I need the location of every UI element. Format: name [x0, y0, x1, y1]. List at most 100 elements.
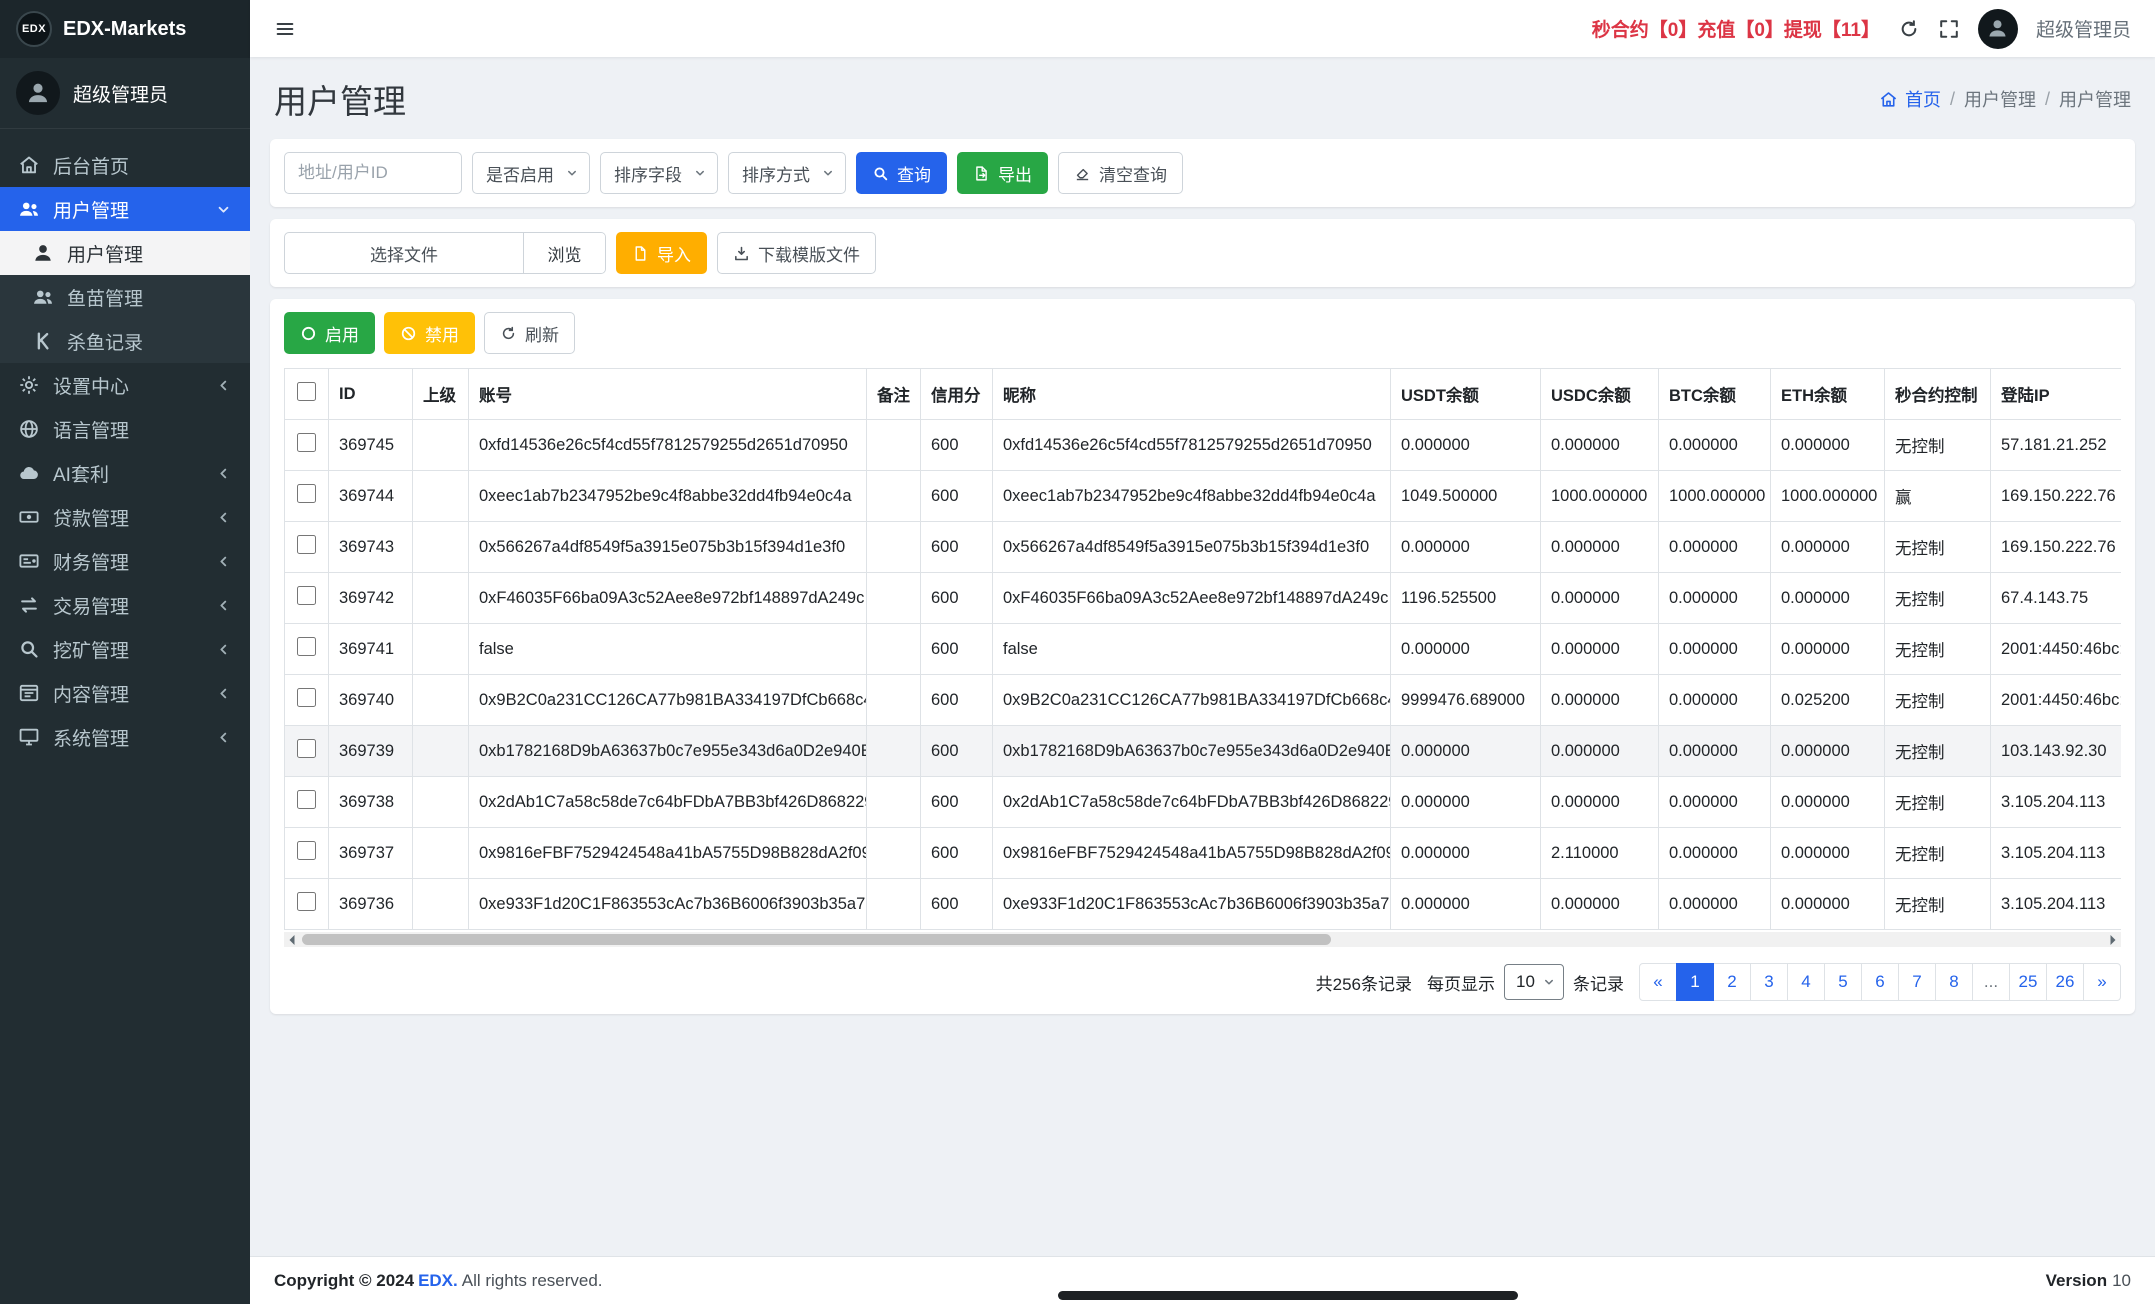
sidebar-item-settings-center[interactable]: 设置中心: [0, 363, 250, 407]
fullscreen-icon[interactable]: [1938, 18, 1960, 40]
cell-control: 无控制: [1885, 726, 1991, 777]
record-icon: [32, 330, 54, 352]
chevron-down-icon: [1542, 975, 1556, 989]
page-7[interactable]: 7: [1898, 963, 1936, 1001]
scrollbar-thumb[interactable]: [302, 934, 1331, 945]
refresh-table-button[interactable]: 刷新: [484, 312, 575, 354]
per-page: 每页显示 10 条记录: [1427, 964, 1624, 1000]
cell-id: 369742: [329, 573, 413, 624]
file-input[interactable]: 选择文件 浏览: [284, 232, 606, 274]
scroll-left-arrow[interactable]: [284, 932, 300, 947]
row-checkbox[interactable]: [297, 637, 316, 656]
row-checkbox[interactable]: [297, 484, 316, 503]
page-next[interactable]: »: [2083, 963, 2121, 1001]
cell-control: 无控制: [1885, 675, 1991, 726]
cell-nickname: 0xe933F1d20C1F863553cAc7b36B6006f3903b35…: [993, 879, 1391, 930]
circle-icon: [300, 325, 317, 342]
cell-usdt: 0.000000: [1391, 522, 1541, 573]
sidebar-item-system-management[interactable]: 系统管理: [0, 715, 250, 759]
sidebar-user-name: 超级管理员: [73, 80, 168, 107]
per-page-select[interactable]: 10: [1504, 964, 1564, 1000]
cell-ip: 169.150.222.76: [1991, 522, 2122, 573]
cell-account: 0xF46035F66ba09A3c52Aee8e972bf148897dA24…: [469, 573, 867, 624]
page-2[interactable]: 2: [1713, 963, 1751, 1001]
records-total: 共256条记录: [1316, 970, 1412, 995]
sidebar-item-user-management[interactable]: 用户管理: [0, 187, 250, 231]
language-icon: [18, 418, 40, 440]
row-checkbox[interactable]: [297, 688, 316, 707]
horizontal-scrollbar[interactable]: [284, 932, 2121, 947]
cell-eth: 1000.000000: [1771, 471, 1885, 522]
import-button[interactable]: 导入: [616, 232, 707, 274]
page-3[interactable]: 3: [1750, 963, 1788, 1001]
row-checkbox[interactable]: [297, 433, 316, 452]
select-all-checkbox[interactable]: [297, 382, 316, 401]
row-checkbox[interactable]: [297, 892, 316, 911]
page-26[interactable]: 26: [2046, 963, 2084, 1001]
ban-icon: [400, 325, 417, 342]
cell-ip: 3.105.204.113: [1991, 828, 2122, 879]
page-6[interactable]: 6: [1861, 963, 1899, 1001]
sidebar-item-ai-arbitrage[interactable]: AI套利: [0, 451, 250, 495]
sidebar-subitem-fry-management[interactable]: 鱼苗管理: [0, 275, 250, 319]
sidebar-item-content-management[interactable]: 内容管理: [0, 671, 250, 715]
table-row: 3697370x9816eFBF7529424548a41bA5755D98B8…: [285, 828, 2122, 879]
sidebar-subitem-kill-fish-records[interactable]: 杀鱼记录: [0, 319, 250, 363]
copyright: Copyright © 2024EDX.All rights reserved.: [274, 1271, 603, 1291]
scroll-right-arrow[interactable]: [2105, 932, 2121, 947]
page-8[interactable]: 8: [1935, 963, 1973, 1001]
sort-order-select[interactable]: 排序方式: [728, 152, 846, 194]
row-checkbox[interactable]: [297, 790, 316, 809]
column-header: 上级: [413, 369, 469, 420]
sidebar-subitem-user-management[interactable]: 用户管理: [0, 231, 250, 275]
row-checkbox[interactable]: [297, 586, 316, 605]
cell-note: [867, 675, 921, 726]
column-header: ID: [329, 369, 413, 420]
enable-button[interactable]: 启用: [284, 312, 375, 354]
sidebar-item-loan-management[interactable]: 贷款管理: [0, 495, 250, 539]
search-input[interactable]: [284, 152, 462, 194]
topbar-avatar[interactable]: [1978, 9, 2018, 49]
export-button[interactable]: 导出: [957, 152, 1048, 194]
topbar-stats: 秒合约【0】充值【0】提现【11】: [1592, 15, 1880, 42]
row-checkbox[interactable]: [297, 841, 316, 860]
cell-credit: 600: [921, 573, 993, 624]
sidebar: EDX EDX-Markets 超级管理员 后台首页用户管理用户管理鱼苗管理杀鱼…: [0, 0, 250, 1304]
sidebar-item-mining-management[interactable]: 挖矿管理: [0, 627, 250, 671]
sidebar-item-label: 系统管理: [53, 724, 129, 751]
browse-button[interactable]: 浏览: [523, 233, 605, 273]
hamburger-icon[interactable]: [274, 18, 296, 40]
brand[interactable]: EDX EDX-Markets: [0, 0, 250, 58]
chevron-down-icon: [693, 166, 707, 180]
refresh-icon[interactable]: [1898, 18, 1920, 40]
page-1[interactable]: 1: [1676, 963, 1714, 1001]
row-checkbox[interactable]: [297, 535, 316, 554]
sidebar-item-finance-management[interactable]: 财务管理: [0, 539, 250, 583]
clear-query-button[interactable]: 清空查询: [1058, 152, 1183, 194]
sidebar-item-dashboard[interactable]: 后台首页: [0, 143, 250, 187]
cell-credit: 600: [921, 726, 993, 777]
topbar-user-name[interactable]: 超级管理员: [2036, 15, 2131, 42]
row-checkbox[interactable]: [297, 739, 316, 758]
query-button[interactable]: 查询: [856, 152, 947, 194]
sidebar-item-label: 交易管理: [53, 592, 129, 619]
enabled-select[interactable]: 是否启用: [472, 152, 590, 194]
system-icon: [18, 726, 40, 748]
sidebar-item-language-management[interactable]: 语言管理: [0, 407, 250, 451]
cell-ip: 3.105.204.113: [1991, 777, 2122, 828]
download-icon: [733, 245, 750, 262]
page-5[interactable]: 5: [1824, 963, 1862, 1001]
page-prev[interactable]: «: [1639, 963, 1677, 1001]
sort-field-select[interactable]: 排序字段: [600, 152, 718, 194]
breadcrumb-home[interactable]: 首页: [1879, 86, 1941, 112]
sidebar-item-trade-management[interactable]: 交易管理: [0, 583, 250, 627]
table-row: 3697360xe933F1d20C1F863553cAc7b36B6006f3…: [285, 879, 2122, 930]
footer-brand-link[interactable]: EDX.: [418, 1271, 458, 1290]
page-4[interactable]: 4: [1787, 963, 1825, 1001]
disable-button[interactable]: 禁用: [384, 312, 475, 354]
page-25[interactable]: 25: [2009, 963, 2047, 1001]
cell-usdt: 0.000000: [1391, 624, 1541, 675]
column-header: BTC余额: [1659, 369, 1771, 420]
cell-usdt: 1049.500000: [1391, 471, 1541, 522]
download-template-button[interactable]: 下载模版文件: [717, 232, 876, 274]
